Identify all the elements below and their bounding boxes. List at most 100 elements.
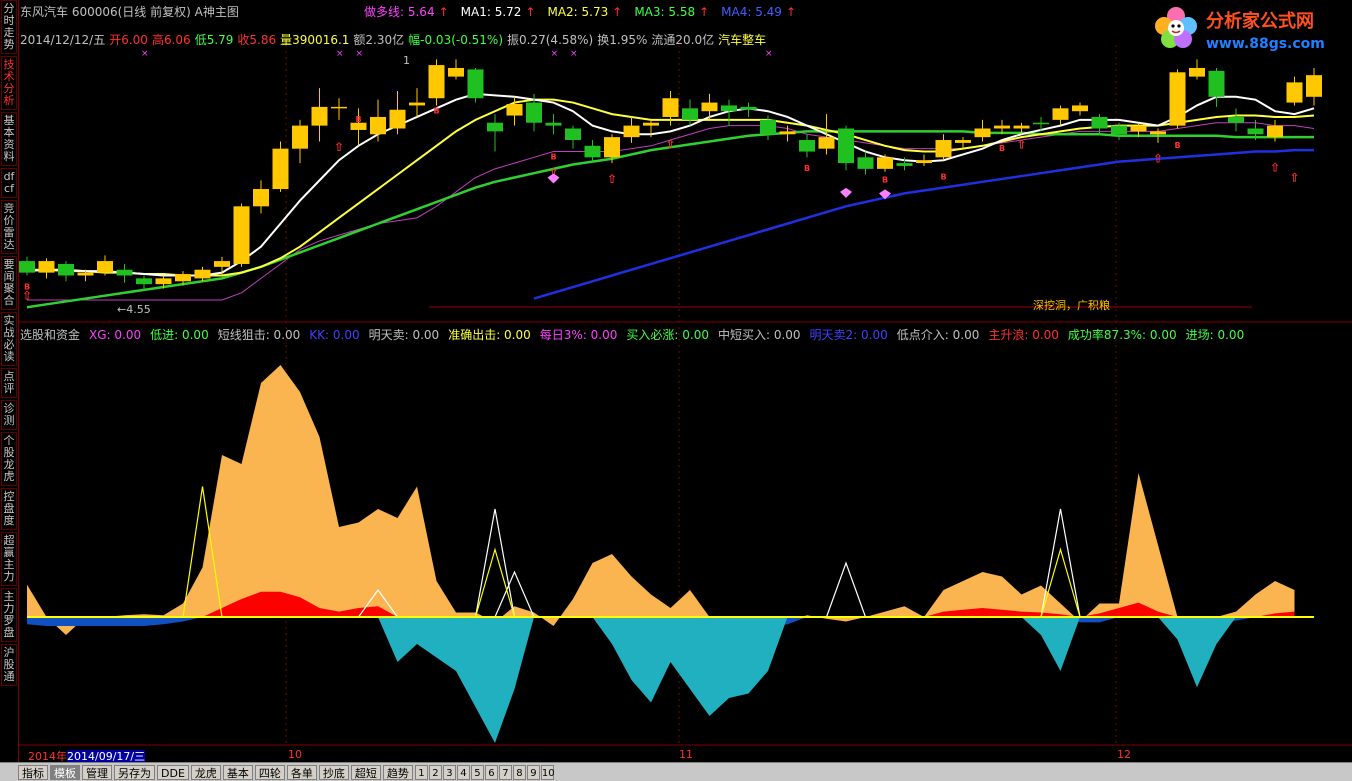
up-arrow-icon: ↑ bbox=[612, 5, 623, 19]
period-button-8[interactable]: 9 bbox=[526, 764, 540, 780]
quote-field-1: 开6.00 bbox=[109, 33, 148, 47]
ma-value-0: 做多线: 5.64 bbox=[364, 5, 435, 19]
candle-body bbox=[818, 137, 835, 149]
month-label-10: 10 bbox=[288, 748, 302, 761]
sidebar-item-1[interactable]: 技术分析 bbox=[1, 56, 17, 110]
candle-body bbox=[311, 106, 328, 126]
sidebar-item-8[interactable]: 诊测 bbox=[1, 400, 17, 430]
toolbar-button-5[interactable]: 龙虎 bbox=[190, 764, 221, 780]
candle-body bbox=[1286, 82, 1303, 103]
candle-body bbox=[272, 148, 289, 190]
sidebar-item-9[interactable]: 个股龙虎 bbox=[1, 432, 17, 486]
candle-body bbox=[565, 128, 581, 141]
marker-x-icon: × bbox=[551, 49, 559, 59]
high-price-label: 1 bbox=[403, 54, 410, 67]
b-signal-icon: B bbox=[882, 176, 888, 185]
sub-legend-8: 买入必涨: 0.00 bbox=[626, 328, 709, 342]
candle-body bbox=[331, 106, 347, 109]
signal-white-spike bbox=[825, 561, 867, 618]
sidebar-item-2[interactable]: 基本资料 bbox=[1, 112, 17, 166]
period-button-0[interactable]: 1 bbox=[414, 764, 428, 780]
candle-body bbox=[799, 140, 815, 152]
sidebar-item-3[interactable]: dfcf bbox=[1, 168, 17, 198]
buy-arrow-icon: ⇧ bbox=[1017, 137, 1027, 151]
sub-legend-10: 明天卖2: 0.00 bbox=[809, 328, 888, 342]
candle-body bbox=[1169, 72, 1186, 126]
toolbar-button-6[interactable]: 基本 bbox=[222, 764, 253, 780]
period-button-6[interactable]: 7 bbox=[498, 764, 512, 780]
sub-indicator-legend: 选股和资金 XG: 0.00 低进: 0.00 短线狙击: 0.00 KK: 0.00 明… bbox=[20, 326, 1253, 343]
sidebar-item-13[interactable]: 沪股通 bbox=[1, 644, 17, 686]
sidebar-item-6[interactable]: 实战必读 bbox=[1, 312, 17, 366]
ma-value-1: MA1: 5.72 bbox=[460, 5, 522, 19]
toolbar-button-11[interactable]: 趋势 bbox=[382, 764, 413, 780]
period-button-4[interactable]: 5 bbox=[470, 764, 484, 780]
candle-body bbox=[974, 128, 991, 138]
sidebar: 分时走势技术分析基本资料 dfcf 竞价雷达要闻聚合实战必读点评 诊测个股龙虎控盘度超… bbox=[0, 0, 19, 762]
quote-field-9: 换1.95% bbox=[597, 33, 648, 47]
period-button-9[interactable]: 10 bbox=[540, 764, 555, 780]
bottom-toolbar: 指标 模板 管理 另存为 DDE 龙虎 基本 四轮 各单 抄底 超短 趋势 1 2 3 4 5 6 7 8 9 10 bbox=[0, 762, 1352, 781]
candle-body bbox=[409, 102, 425, 106]
sidebar-item-0[interactable]: 分时走势 bbox=[1, 0, 17, 54]
toolbar-button-1[interactable]: 模板 bbox=[50, 764, 80, 780]
buy-arrow-icon: ⇧ bbox=[1270, 160, 1280, 174]
candle-body bbox=[1267, 125, 1283, 138]
toolbar-button-7[interactable]: 四轮 bbox=[254, 764, 285, 780]
marker-x-icon: × bbox=[356, 49, 364, 59]
candle-body bbox=[1130, 125, 1147, 132]
period-button-1[interactable]: 2 bbox=[428, 764, 442, 780]
candle-body bbox=[1247, 128, 1264, 135]
candle-body bbox=[428, 65, 445, 99]
signal-white-spike bbox=[474, 508, 516, 618]
candle-body bbox=[643, 122, 659, 126]
quote-field-2: 高6.06 bbox=[151, 33, 191, 47]
ma4-line bbox=[533, 148, 1314, 300]
candle-body bbox=[58, 263, 74, 276]
sub-orange-area bbox=[27, 365, 1295, 635]
sidebar-item-5[interactable]: 要闻聚合 bbox=[1, 256, 17, 310]
marker-x-icon: × bbox=[765, 49, 773, 59]
toolbar-button-8[interactable]: 各单 bbox=[286, 764, 317, 780]
period-button-5[interactable]: 6 bbox=[484, 764, 498, 780]
buy-arrow-icon: ⇧ bbox=[607, 172, 617, 186]
candle-body bbox=[38, 261, 55, 273]
sidebar-item-11[interactable]: 超赢主力 bbox=[1, 532, 17, 586]
toolbar-button-3[interactable]: 另存为 bbox=[114, 764, 155, 780]
quote-field-0: 2014/12/12/五 bbox=[20, 33, 106, 47]
candle-body bbox=[175, 274, 191, 282]
candle-body bbox=[721, 105, 737, 112]
candle-body bbox=[155, 278, 172, 285]
toolbar-button-9[interactable]: 抄底 bbox=[318, 764, 349, 780]
candle-body bbox=[233, 206, 250, 264]
quote-field-6: 额2.30亿 bbox=[353, 33, 405, 47]
toolbar-button-0[interactable]: 指标 bbox=[18, 764, 48, 780]
period-button-7[interactable]: 8 bbox=[512, 764, 526, 780]
sub-legend-13: 成功率87.3%: 0.00 bbox=[1067, 328, 1177, 342]
candle-body bbox=[136, 278, 152, 285]
period-button-3[interactable]: 4 bbox=[456, 764, 470, 780]
logo-url: www.88gs.com bbox=[1206, 36, 1325, 52]
toolbar-button-2[interactable]: 管理 bbox=[82, 764, 112, 780]
period-button-2[interactable]: 3 bbox=[442, 764, 456, 780]
candle-body bbox=[1306, 75, 1322, 97]
b-signal-icon: B bbox=[804, 164, 810, 173]
ma3-line bbox=[26, 130, 1314, 309]
chart-area[interactable]: × × × × × ×⇧⇧⇧ ⇧⇧ ⇧⇧⇧⇧BBBBBB BB B←4.551深挖洞，广积粮 bbox=[19, 0, 1352, 762]
candle-body bbox=[194, 269, 211, 279]
sidebar-item-7[interactable]: 点评 bbox=[1, 368, 17, 398]
quote-field-5: 量390016.1 bbox=[280, 33, 350, 47]
candle-body bbox=[370, 116, 386, 135]
candle-body bbox=[506, 104, 523, 116]
sub-cyan-area bbox=[27, 617, 1295, 743]
candle-body bbox=[916, 160, 932, 164]
sidebar-item-4[interactable]: 竞价雷达 bbox=[1, 200, 17, 254]
sub-legend-5: 明天卖: 0.00 bbox=[368, 328, 440, 342]
sidebar-item-12[interactable]: 主力罗盘 bbox=[1, 588, 17, 642]
candle-body bbox=[623, 125, 640, 138]
candle-body bbox=[682, 108, 698, 120]
sub-legend-14: 进场: 0.00 bbox=[1185, 328, 1245, 342]
toolbar-button-10[interactable]: 超短 bbox=[350, 764, 381, 780]
toolbar-button-4[interactable]: DDE bbox=[157, 764, 189, 780]
sidebar-item-10[interactable]: 控盘度 bbox=[1, 488, 17, 530]
